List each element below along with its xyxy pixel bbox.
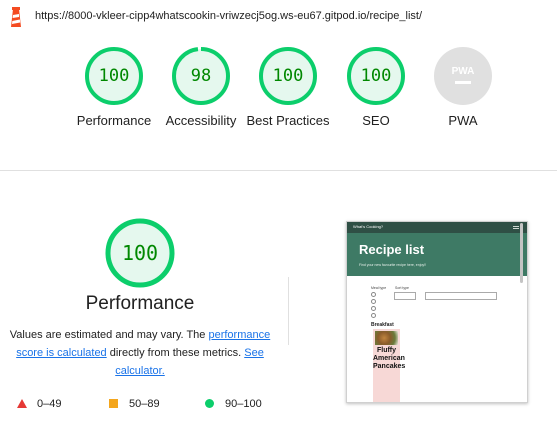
url-bar: https://8000-vkleer-cipp4whatscookin-vri… bbox=[0, 0, 557, 34]
thumbnail-hero: Recipe list Find your new favourite reci… bbox=[347, 233, 527, 276]
report-url[interactable]: https://8000-vkleer-cipp4whatscookin-vri… bbox=[35, 10, 422, 22]
section-divider bbox=[0, 170, 557, 171]
pwa-badge-icon: PWA bbox=[434, 47, 492, 105]
category-gauges: 100 Performance 98 Accessibility 100 Bes… bbox=[0, 40, 557, 160]
thumbnail-navbar: What's Cooking? bbox=[347, 222, 527, 233]
gauge-score: 100 bbox=[360, 66, 392, 86]
gauge-accessibility[interactable]: 98 Accessibility bbox=[156, 46, 246, 129]
thumbnail-search bbox=[425, 292, 497, 300]
performance-description: Values are estimated and may vary. The p… bbox=[9, 329, 271, 377]
vertical-divider bbox=[288, 277, 289, 345]
gauge-score: 100 bbox=[272, 66, 304, 86]
gauge-label: Accessibility bbox=[165, 113, 237, 128]
pancake-image bbox=[375, 331, 398, 345]
gauge-label: Performance bbox=[76, 113, 152, 128]
gauge-best-practices[interactable]: 100 Best Practices bbox=[243, 46, 333, 129]
gauge-performance[interactable]: 100 Performance bbox=[69, 46, 159, 129]
svg-text:PWA: PWA bbox=[452, 66, 475, 77]
fail-triangle-icon bbox=[17, 399, 27, 408]
average-square-icon bbox=[109, 399, 118, 408]
performance-title: Performance bbox=[85, 293, 195, 314]
gauge-score: 98 bbox=[190, 66, 212, 86]
gauge-pwa[interactable]: PWA PWA bbox=[418, 46, 508, 129]
lighthouse-logo-icon bbox=[11, 7, 21, 27]
pass-circle-icon bbox=[205, 399, 214, 408]
performance-score: 100 bbox=[121, 241, 159, 265]
performance-gauge: 100 bbox=[104, 217, 176, 289]
gauge-label: SEO bbox=[362, 113, 390, 128]
thumbnail-select bbox=[394, 292, 416, 300]
gauge-seo[interactable]: 100 SEO bbox=[331, 46, 421, 129]
gauge-label: PWA bbox=[448, 113, 478, 128]
thumbnail-recipe-card: Fluffy American Pancakes bbox=[373, 329, 405, 402]
gauge-score: 100 bbox=[98, 66, 130, 86]
hamburger-icon bbox=[513, 226, 519, 227]
page-screenshot-thumbnail[interactable]: What's Cooking? Recipe list Find your ne… bbox=[346, 221, 528, 403]
gauge-label: Best Practices bbox=[246, 113, 330, 128]
score-legend: 0–49 50–89 90–100 bbox=[0, 396, 290, 412]
thumbnail-radios bbox=[371, 292, 376, 320]
thumbnail-scrollbar bbox=[520, 223, 523, 283]
